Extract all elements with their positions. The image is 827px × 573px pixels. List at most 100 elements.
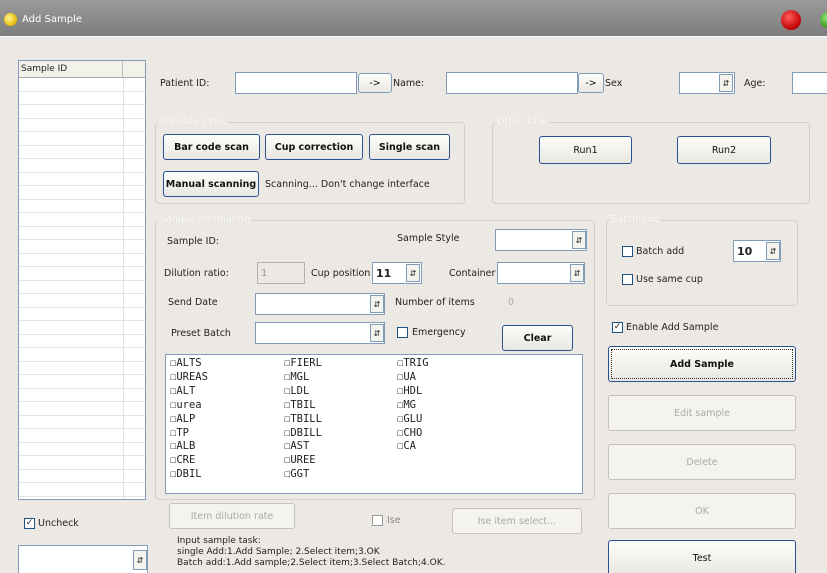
sample-list-row[interactable] [19,496,145,499]
test-item-checkbox[interactable]: ☐CHO [397,427,422,439]
sample-list-row[interactable] [19,375,145,389]
item-dilution-rate-button[interactable]: Item dilution rate [169,503,295,529]
ise-item-select-button[interactable]: Ise item select... [452,508,582,534]
test-item-checkbox[interactable]: ☐UREE [284,454,316,466]
sample-list-row[interactable] [19,294,145,308]
test-item-checkbox[interactable]: ☐TRIG [397,357,429,369]
preset-batch-spin-icon[interactable]: ⇵ [370,324,384,342]
name-arrow-button[interactable]: -> [578,73,604,93]
test-item-checkbox[interactable]: ☐GLU [397,413,422,425]
enable-add-sample-checkbox[interactable]: ✓ [612,322,623,333]
test-item-checkbox[interactable]: ☐ALB [170,440,195,452]
sample-list-row[interactable] [19,199,145,213]
sample-list-row[interactable] [19,280,145,294]
sample-list-row[interactable] [19,348,145,362]
sample-list-row[interactable] [19,483,145,497]
test-item-checkbox[interactable]: ☐HDL [397,385,422,397]
age-field[interactable] [792,72,827,94]
single-scan-button[interactable]: Single scan [369,134,450,160]
sample-list-row[interactable] [19,388,145,402]
test-item-checkbox[interactable]: ☐FIERL [284,357,322,369]
sample-list-row[interactable] [19,334,145,348]
sample-list-row[interactable] [19,172,145,186]
test-item-checkbox[interactable]: ☐UREAS [170,371,208,383]
sample-id-column-header[interactable]: Sample ID [19,61,124,77]
test-button[interactable]: Test [608,540,796,573]
sample-list-row[interactable] [19,91,145,105]
add-sample-button[interactable]: Add Sample [608,346,796,382]
cup-position-spin-icon[interactable]: ⇵ [406,264,420,282]
sample-list-row[interactable] [19,442,145,456]
sample-list-row[interactable] [19,240,145,254]
sample-list-row[interactable] [19,321,145,335]
cup-correction-button[interactable]: Cup correction [265,134,363,160]
test-item-checkbox[interactable]: ☐urea [170,399,202,411]
bar-code-scan-button[interactable]: Bar code scan [163,134,260,160]
sample-style-spin-icon[interactable]: ⇵ [572,231,586,249]
sample-list-row[interactable] [19,361,145,375]
test-item-checkbox[interactable]: ☐GGT [284,468,309,480]
ok-button[interactable]: OK [608,493,796,529]
sample-list-row[interactable] [19,226,145,240]
sex-select[interactable]: ⇵ [679,72,735,94]
sex-spin-icon[interactable]: ⇵ [719,74,733,92]
run2-button[interactable]: Run2 [677,136,771,164]
sample-list[interactable]: Sample ID [18,60,146,500]
delete-button[interactable]: Delete [608,444,796,480]
run1-button[interactable]: Run1 [539,136,632,164]
test-item-checkbox[interactable]: ☐TBIL [284,399,316,411]
sample-list-row[interactable] [19,118,145,132]
sample-list-row[interactable] [19,267,145,281]
test-item-checkbox[interactable]: ☐TP [170,427,189,439]
sample-list-row[interactable] [19,253,145,267]
sample-list-row[interactable] [19,186,145,200]
dilution-ratio-field[interactable]: 1 [257,262,305,284]
edit-sample-button[interactable]: Edit sample [608,395,796,431]
manual-scanning-button[interactable]: Manual scanning [163,171,259,197]
sample-list-row[interactable] [19,415,145,429]
test-item-checkbox[interactable]: ☐DBILL [284,427,322,439]
sample-list-row[interactable] [19,469,145,483]
test-items-list[interactable] [165,354,583,494]
container-spin-icon[interactable]: ⇵ [570,264,584,282]
sample-list-row[interactable] [19,456,145,470]
extra-column-header[interactable] [123,61,145,77]
patient-id-field[interactable] [235,72,357,94]
bottom-select-spin-icon[interactable]: ⇵ [133,550,147,570]
send-date-spin-icon[interactable]: ⇵ [370,295,384,313]
test-item-checkbox[interactable]: ☐AST [284,440,309,452]
sample-list-row[interactable] [19,159,145,173]
close-icon[interactable] [781,10,801,30]
clear-button[interactable]: Clear [502,325,573,351]
send-date-field[interactable] [255,293,385,315]
test-item-checkbox[interactable]: ☐MGL [284,371,309,383]
batch-count-spin-icon[interactable]: ⇵ [766,242,780,260]
sample-list-row[interactable] [19,429,145,443]
test-item-checkbox[interactable]: ☐MG [397,399,416,411]
bottom-select[interactable] [18,545,148,573]
test-item-checkbox[interactable]: ☐CA [397,440,416,452]
test-item-checkbox[interactable]: ☐LDL [284,385,309,397]
sample-list-row[interactable] [19,145,145,159]
test-item-checkbox[interactable]: ☐UA [397,371,416,383]
emergency-checkbox[interactable] [397,327,408,338]
uncheck-checkbox[interactable]: ✓ [24,518,35,529]
test-item-checkbox[interactable]: ☐ALT [170,385,195,397]
sample-list-row[interactable] [19,78,145,92]
test-item-checkbox[interactable]: ☐CRE [170,454,195,466]
sample-list-row[interactable] [19,402,145,416]
maximize-icon[interactable] [820,12,827,28]
test-item-checkbox[interactable]: ☐TBILL [284,413,322,425]
sample-list-row[interactable] [19,105,145,119]
sample-list-row[interactable] [19,307,145,321]
test-item-checkbox[interactable]: ☐ALP [170,413,195,425]
sample-list-row[interactable] [19,132,145,146]
preset-batch-select[interactable] [255,322,385,344]
ise-checkbox[interactable] [372,515,383,526]
patient-id-arrow-button[interactable]: -> [358,73,392,93]
use-same-cup-checkbox[interactable] [622,274,633,285]
test-item-checkbox[interactable]: ☐ALTS [170,357,202,369]
test-item-checkbox[interactable]: ☐DBIL [170,468,202,480]
name-field[interactable] [446,72,578,94]
batch-add-checkbox[interactable] [622,246,633,257]
